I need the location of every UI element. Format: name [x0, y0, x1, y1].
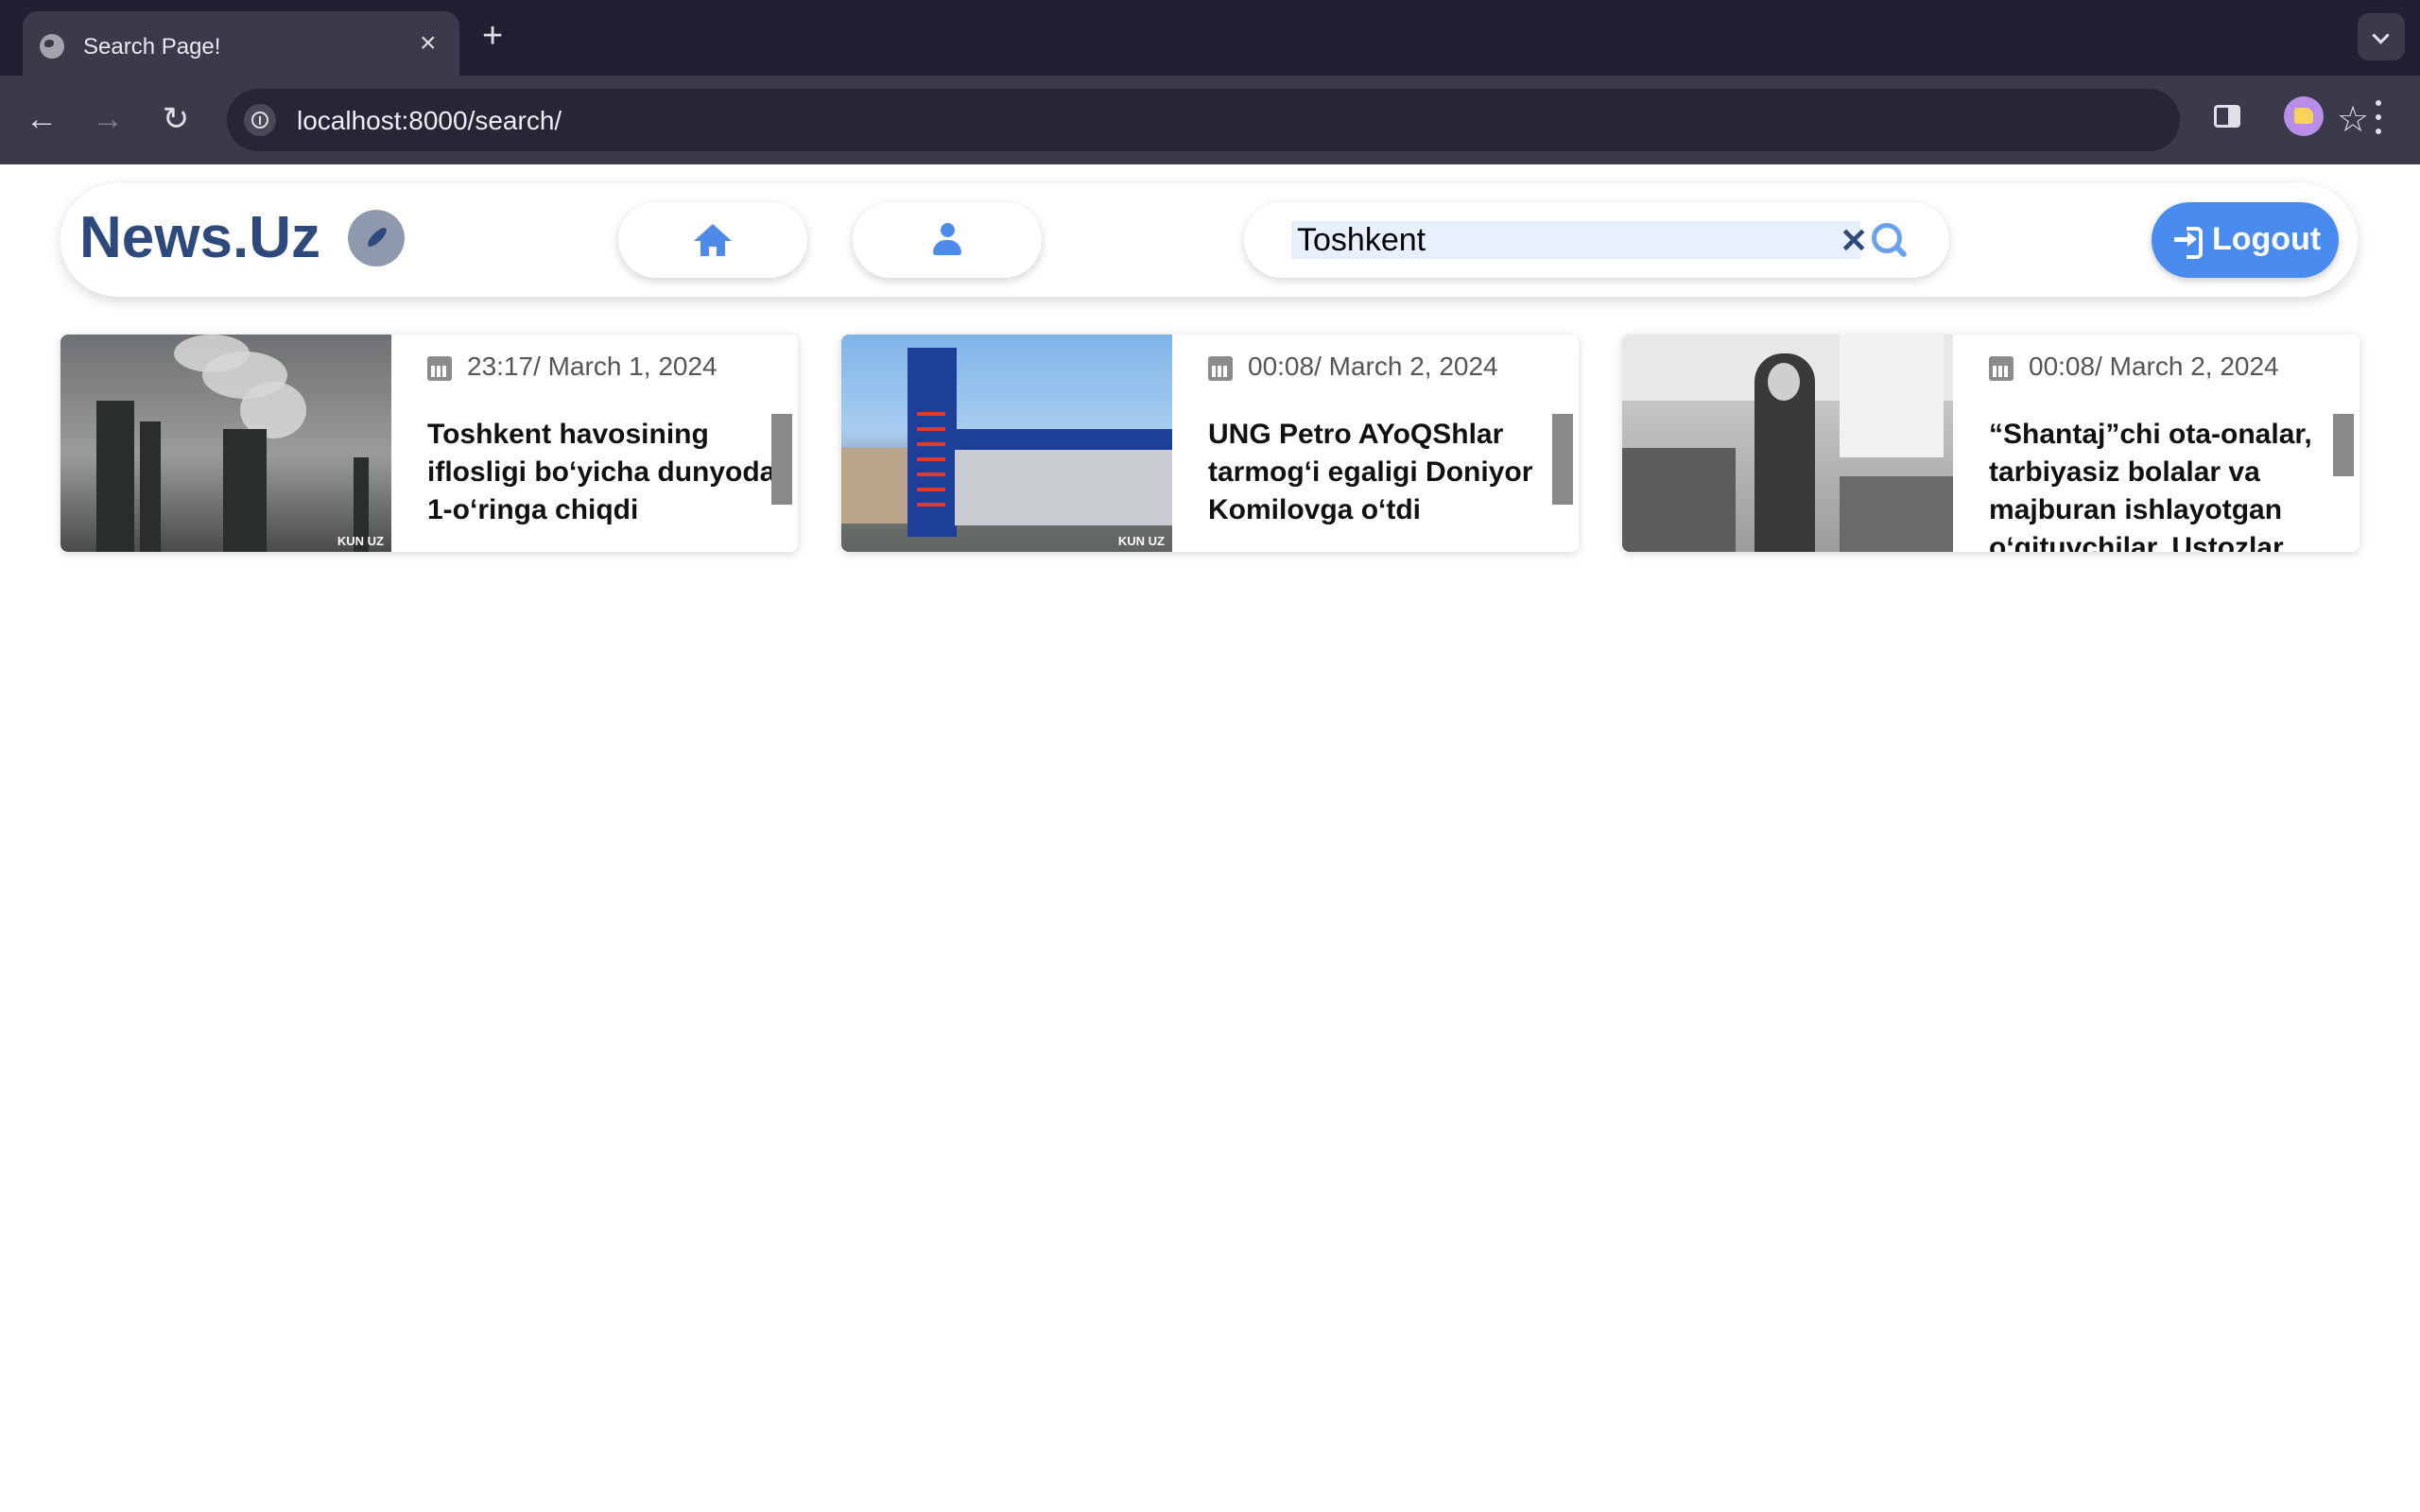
search-input[interactable]	[1291, 221, 1860, 259]
site-logo[interactable]: News.Uz	[79, 204, 320, 271]
url-text[interactable]: localhost:8000/search/	[297, 106, 562, 136]
card-scrollbar[interactable]	[1552, 414, 1573, 505]
calendar-icon	[1208, 356, 1233, 381]
logout-button[interactable]: Logout	[2152, 202, 2339, 278]
news-date-text: 00:08/ March 2, 2024	[1248, 352, 1498, 381]
back-button[interactable]: ←	[15, 93, 68, 146]
logout-label: Logout	[2212, 221, 2322, 257]
search-icon[interactable]	[1872, 223, 1910, 261]
address-bar[interactable]: localhost:8000/search/ ☆	[227, 89, 2369, 151]
calendar-icon	[427, 356, 452, 381]
card-scrollbar[interactable]	[771, 414, 792, 505]
news-title[interactable]: “Shantaj”chi ota-onalar, tarbiyasiz bola…	[1989, 416, 2339, 552]
news-card[interactable]: 00:08/ March 2, 2024 “Shantaj”chi ota-on…	[1622, 335, 2360, 552]
home-icon	[694, 224, 732, 256]
compass-icon	[348, 210, 405, 266]
clear-search-icon[interactable]: ✕	[1840, 224, 1868, 258]
tab-list-chevron-icon[interactable]	[2358, 13, 2405, 60]
user-icon	[932, 223, 962, 257]
browser-tab-bar: Search Page! × +	[0, 0, 2420, 76]
globe-icon	[40, 34, 64, 59]
bookmark-star-icon[interactable]: ☆	[2337, 98, 2369, 141]
calendar-icon	[1989, 356, 2014, 381]
news-source-badge: KUN UZ	[337, 534, 384, 548]
logout-icon	[2174, 227, 2203, 259]
tab-close-button[interactable]: ×	[420, 29, 437, 58]
news-image[interactable]: KUN UZ	[841, 335, 1172, 552]
browser-toolbar: ← → ↻ localhost:8000/search/ ☆	[0, 76, 2420, 164]
site-info-icon[interactable]	[244, 104, 276, 136]
side-panel-icon[interactable]	[2214, 105, 2240, 128]
card-scrollbar[interactable]	[2333, 414, 2354, 476]
search-box: ✕	[1244, 202, 1949, 278]
site-header: News.Uz ✕ Logout	[60, 183, 2358, 297]
news-date-text: 23:17/ March 1, 2024	[467, 352, 717, 381]
news-date-text: 00:08/ March 2, 2024	[2029, 352, 2279, 381]
profile-button[interactable]	[853, 202, 1042, 278]
tab-title: Search Page!	[83, 34, 221, 60]
news-card[interactable]: KUN UZ 23:17/ March 1, 2024 Toshkent hav…	[60, 335, 798, 552]
news-source-badge: KUN UZ	[1117, 534, 1165, 548]
profile-avatar[interactable]	[2284, 96, 2324, 136]
news-image[interactable]	[1622, 335, 1953, 552]
reload-button[interactable]: ↻	[149, 93, 202, 146]
browser-tab[interactable]: Search Page! ×	[23, 11, 459, 76]
news-card[interactable]: KUN UZ 00:08/ March 2, 2024 UNG Petro AY…	[841, 335, 1579, 552]
news-title[interactable]: UNG Petro AYoQShlar tarmog‘i egaligi Don…	[1208, 416, 1558, 552]
news-image[interactable]: KUN UZ	[60, 335, 391, 552]
news-title[interactable]: Toshkent havosining iflosligi bo‘yicha d…	[427, 416, 777, 552]
home-button[interactable]	[618, 202, 807, 278]
forward-button[interactable]: →	[81, 93, 134, 146]
new-tab-button[interactable]: +	[482, 17, 503, 55]
browser-menu-icon[interactable]	[2369, 96, 2388, 138]
